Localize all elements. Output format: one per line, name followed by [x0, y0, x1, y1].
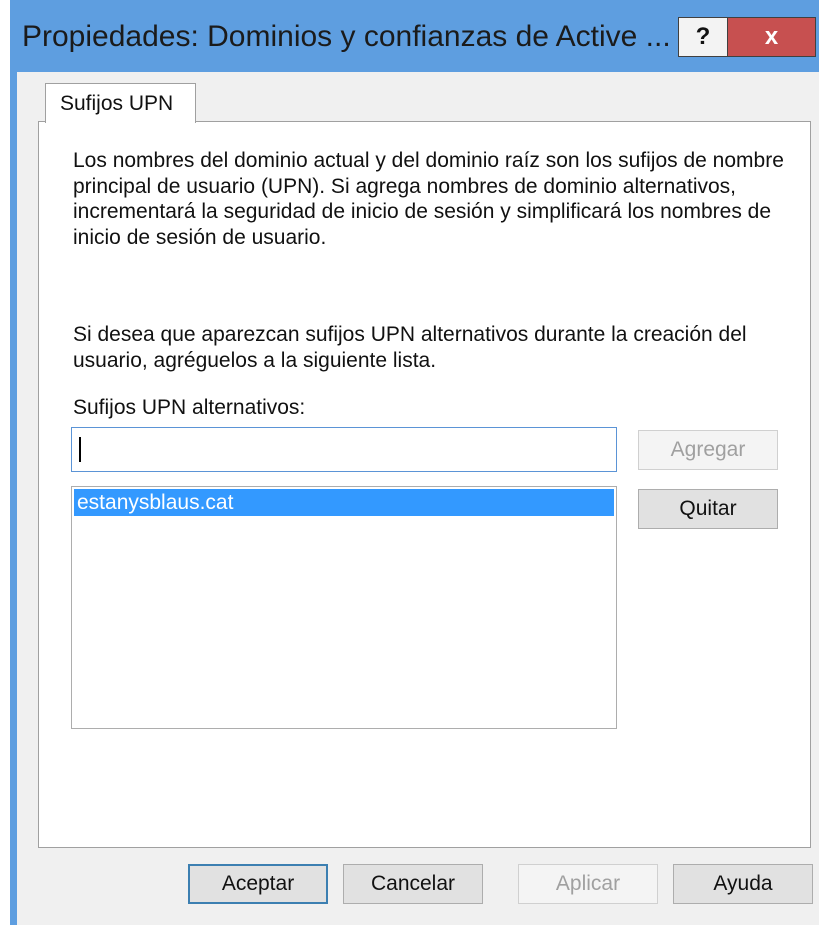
alternative-suffixes-label: Sufijos UPN alternativos:: [73, 396, 306, 419]
text-caret: [79, 437, 81, 462]
window-title: Propiedades: Dominios y confianzas de Ac…: [22, 20, 671, 53]
ok-button[interactable]: Aceptar: [188, 864, 328, 904]
close-icon[interactable]: x: [728, 17, 816, 57]
cancel-button[interactable]: Cancelar: [343, 864, 483, 904]
description-text-secondary: Si desea que aparezcan sufijos UPN alter…: [73, 323, 747, 372]
list-item[interactable]: estanysblaus.cat: [74, 489, 614, 516]
tab-panel: Los nombres del dominio actual y del dom…: [38, 121, 811, 848]
apply-button[interactable]: Aplicar: [518, 864, 658, 904]
help-icon[interactable]: ?: [678, 17, 728, 57]
remove-button[interactable]: Quitar: [638, 489, 778, 529]
title-bar[interactable]: Propiedades: Dominios y confianzas de Ac…: [10, 0, 819, 80]
tab-upn-suffixes[interactable]: Sufijos UPN: [45, 83, 196, 123]
upn-suffix-list[interactable]: estanysblaus.cat: [71, 486, 617, 729]
description-text: Los nombres del dominio actual y del dom…: [73, 149, 784, 249]
add-button[interactable]: Agregar: [638, 430, 778, 470]
dialog-body: Sufijos UPN Los nombres del dominio actu…: [17, 72, 819, 925]
upn-suffix-input[interactable]: [71, 427, 617, 472]
help-button[interactable]: Ayuda: [673, 864, 813, 904]
properties-dialog: Propiedades: Dominios y confianzas de Ac…: [10, 0, 819, 925]
